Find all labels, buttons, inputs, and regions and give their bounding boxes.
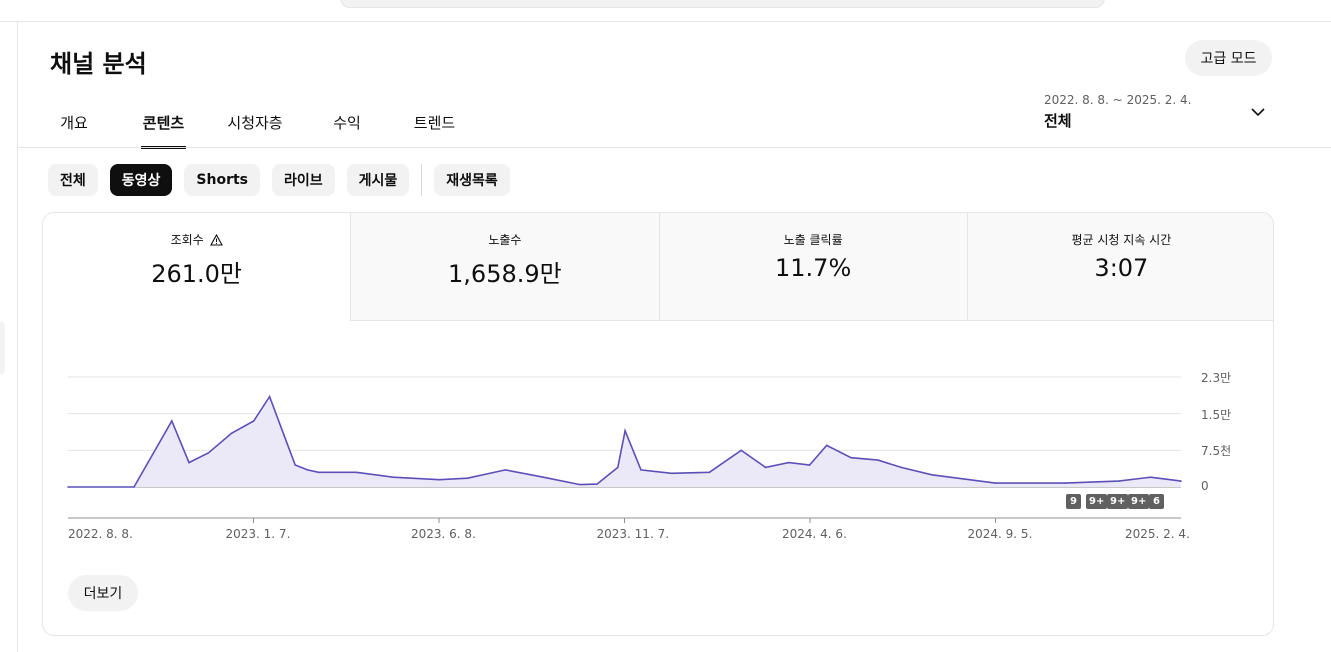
metric-impressions[interactable]: 노출수 1,658.9만 — [350, 213, 659, 321]
data-point — [1180, 480, 1182, 482]
data-point — [230, 432, 233, 435]
data-point — [133, 486, 135, 488]
annotation-badge[interactable]: 9+ — [1128, 494, 1150, 509]
data-point — [67, 486, 69, 488]
data-point — [877, 459, 879, 461]
data-point — [317, 471, 320, 474]
data-point — [466, 477, 469, 479]
annotation-badge[interactable]: 9+ — [1107, 494, 1129, 509]
views-chart[interactable]: 0 7.5천 1.5만 2.3만 2022. 8. 8. 2023. 1. 7. 2023… — [43, 363, 1273, 543]
data-point — [788, 461, 790, 464]
metric-label: 노출수 — [488, 233, 522, 247]
x-tick-label: 2025. 2. 4. — [1125, 527, 1190, 541]
chevron-down-icon[interactable] — [1250, 104, 1266, 120]
metric-ctr[interactable]: 노출 클릭률 11.7% — [658, 213, 967, 321]
data-point — [1064, 482, 1066, 484]
y-tick-label: 1.5만 — [1201, 407, 1232, 422]
metric-value: 11.7% — [775, 254, 852, 282]
tab-revenue[interactable]: 수익 — [332, 108, 362, 137]
metric-label: 조회수 — [170, 233, 204, 247]
data-point — [930, 473, 933, 476]
data-point — [438, 478, 441, 481]
data-point — [596, 483, 598, 485]
x-tick-label: 2022. 8. 8. — [68, 527, 133, 541]
data-point — [504, 469, 507, 471]
data-point — [740, 449, 742, 452]
top-bar — [0, 0, 1331, 22]
metric-avg-view-duration[interactable]: 평균 시청 지속 시간 3:07 — [966, 213, 1273, 321]
tab-divider — [18, 147, 1331, 148]
metric-label: 평균 시청 지속 시간 — [1071, 233, 1172, 247]
data-point — [355, 471, 358, 474]
y-tick-label: 0 — [1201, 479, 1209, 493]
data-point — [670, 472, 673, 475]
data-point — [579, 483, 581, 486]
data-point — [825, 444, 828, 447]
advanced-mode-button[interactable]: 고급 모드 — [1185, 40, 1272, 76]
metric-value: 1,658.9만 — [448, 260, 562, 288]
content-type-chips: 전체 동영상 Shorts 라이브 게시물 재생목록 — [48, 164, 522, 196]
annotation-badge[interactable]: 6 — [1149, 494, 1164, 509]
metric-label: 노출 클릭률 — [783, 233, 843, 247]
data-point — [252, 420, 255, 422]
data-point — [283, 434, 286, 437]
more-button[interactable]: 더보기 — [68, 575, 138, 611]
chip-shorts[interactable]: Shorts — [184, 164, 261, 196]
tab-bar: 개요 콘텐츠 시청자층 수익 트렌드 — [40, 108, 457, 149]
data-point — [764, 466, 767, 469]
tab-content[interactable]: 콘텐츠 — [141, 108, 186, 149]
chip-all[interactable]: 전체 — [48, 164, 98, 196]
metric-views[interactable]: 조회수 261.0만 — [43, 213, 351, 321]
data-point — [306, 469, 309, 471]
date-range-label: 2022. 8. 8. ~ 2025. 2. 4. — [1044, 93, 1192, 107]
data-point — [392, 476, 394, 479]
date-range-value[interactable]: 전체 — [1044, 110, 1072, 131]
tab-trends[interactable]: 트렌드 — [412, 108, 457, 137]
x-tick-label: 2023. 11. 7. — [596, 527, 670, 541]
data-point — [1117, 480, 1120, 482]
data-point — [640, 469, 642, 471]
chip-playlists[interactable]: 재생목록 — [434, 164, 510, 196]
page-title: 채널 분석 — [50, 50, 147, 78]
metric-value: 3:07 — [1094, 254, 1149, 282]
y-tick-label: 2.3만 — [1201, 371, 1232, 385]
data-point — [542, 476, 545, 479]
data-point — [624, 429, 626, 432]
views-area — [68, 396, 1181, 487]
data-point — [616, 466, 619, 469]
analytics-card: 조회수 261.0만 노출수 1,658.9만 노출 클릭률 11.7% 평균 … — [42, 212, 1274, 636]
data-point — [808, 464, 811, 466]
x-tick-label: 2024. 9. 5. — [967, 527, 1033, 541]
data-point — [207, 451, 210, 454]
chart-plot — [67, 376, 1182, 523]
x-tick-label: 2024. 4. 6. — [782, 527, 847, 541]
y-tick-label: 7.5천 — [1201, 444, 1232, 459]
x-tick-label: 2023. 1. 7. — [225, 527, 291, 541]
data-point — [994, 482, 997, 484]
chip-divider — [421, 164, 423, 196]
chip-posts[interactable]: 게시물 — [346, 164, 410, 196]
data-point — [900, 466, 903, 469]
data-point — [850, 456, 852, 459]
tab-audience[interactable]: 시청자층 — [226, 108, 284, 137]
annotation-badge[interactable]: 9 — [1066, 494, 1081, 509]
data-point — [268, 395, 271, 398]
metric-value: 261.0만 — [151, 260, 243, 288]
search-bar[interactable] — [340, 0, 1105, 8]
tab-overview[interactable]: 개요 — [60, 108, 88, 137]
side-handle[interactable] — [0, 322, 5, 374]
metric-tabs: 조회수 261.0만 노출수 1,658.9만 노출 클릭률 11.7% 평균 … — [43, 213, 1273, 321]
data-point — [171, 420, 173, 422]
annotation-badge[interactable]: 9+ — [1086, 494, 1108, 509]
data-point — [1149, 476, 1152, 479]
data-point — [708, 471, 711, 474]
data-point — [294, 464, 297, 466]
warning-icon[interactable] — [209, 233, 223, 246]
x-tick-label: 2023. 6. 8. — [411, 527, 476, 541]
data-point — [188, 461, 190, 464]
chip-videos[interactable]: 동영상 — [109, 164, 173, 196]
chip-live[interactable]: 라이브 — [272, 164, 335, 196]
